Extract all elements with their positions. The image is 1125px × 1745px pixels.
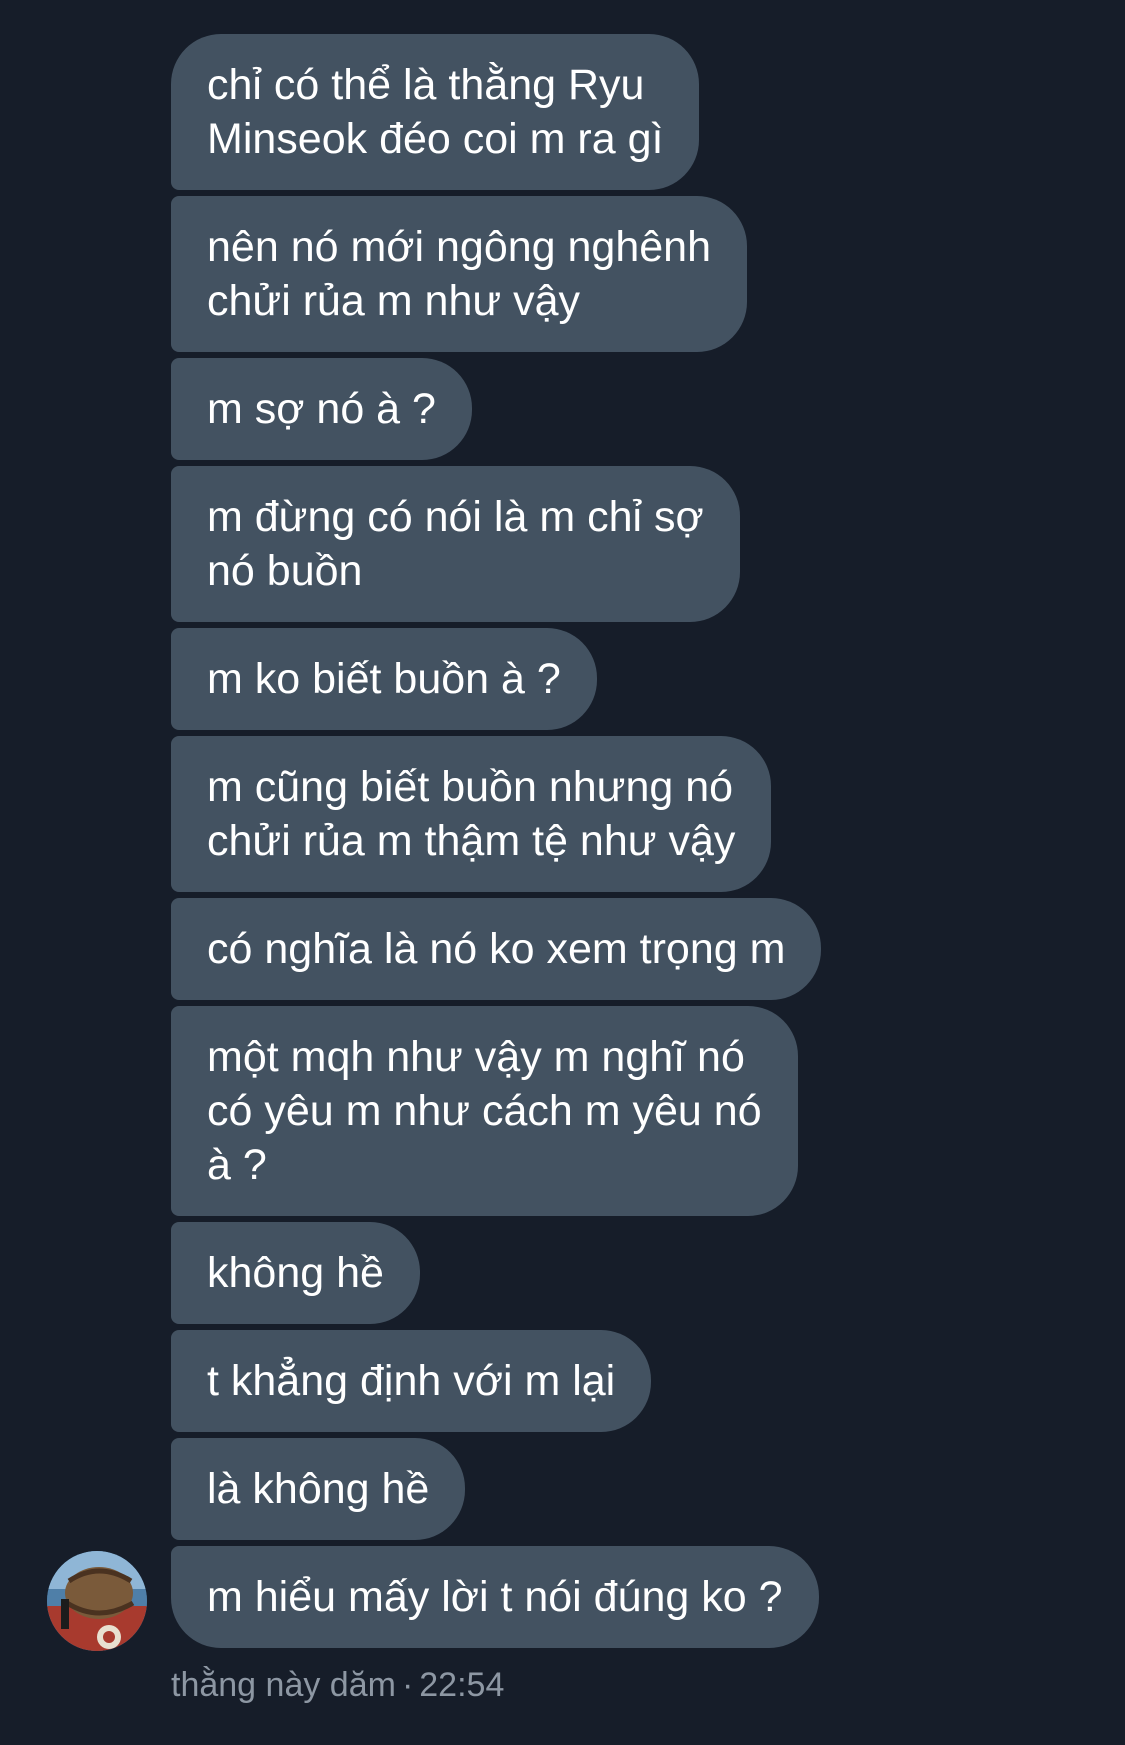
- message-row: m ko biết buồn à ?: [171, 628, 931, 736]
- message-row: chỉ có thể là thằng Ryu Minseok đéo coi …: [171, 34, 931, 196]
- message-bubble[interactable]: một mqh như vậy m nghĩ nó có yêu m như c…: [171, 1006, 798, 1216]
- message-row: có nghĩa là nó ko xem trọng m: [171, 898, 931, 1006]
- message-bubble[interactable]: t khẳng định với m lại: [171, 1330, 652, 1432]
- message-row: m hiểu mấy lời t nói đúng ko ?: [171, 1546, 931, 1654]
- message-bubble[interactable]: chỉ có thể là thằng Ryu Minseok đéo coi …: [171, 34, 700, 190]
- message-row: m cũng biết buồn nhưng nó chửi rủa m thậ…: [171, 736, 931, 898]
- message-bubble[interactable]: m ko biết buồn à ?: [171, 628, 597, 730]
- message-row: một mqh như vậy m nghĩ nó có yêu m như c…: [171, 1006, 931, 1222]
- message-bubble[interactable]: có nghĩa là nó ko xem trọng m: [171, 898, 822, 1000]
- message-bubble[interactable]: m cũng biết buồn nhưng nó chửi rủa m thậ…: [171, 736, 772, 892]
- sender-name[interactable]: thằng này dăm: [171, 1666, 396, 1704]
- timestamp: 22:54: [419, 1666, 505, 1704]
- message-row: t khẳng định với m lại: [171, 1330, 931, 1438]
- meta-separator: ·: [401, 1666, 414, 1704]
- message-bubble[interactable]: m sợ nó à ?: [171, 358, 472, 460]
- message-meta: thằng này dăm · 22:54: [171, 1665, 504, 1705]
- message-bubble[interactable]: m đừng có nói là m chỉ sợ nó buồn: [171, 466, 740, 622]
- message-bubble[interactable]: nên nó mới ngông nghênh chửi rủa m như v…: [171, 196, 747, 352]
- message-row: m sợ nó à ?: [171, 358, 931, 466]
- message-thread: chỉ có thể là thằng Ryu Minseok đéo coi …: [171, 34, 931, 1654]
- message-row: không hề: [171, 1222, 931, 1330]
- message-row: m đừng có nói là m chỉ sợ nó buồn: [171, 466, 931, 628]
- message-row: là không hề: [171, 1438, 931, 1546]
- avatar[interactable]: [47, 1551, 147, 1651]
- avatar-photo: [47, 1551, 147, 1651]
- message-row: nên nó mới ngông nghênh chửi rủa m như v…: [171, 196, 931, 358]
- message-bubble[interactable]: không hề: [171, 1222, 420, 1324]
- message-bubble[interactable]: là không hề: [171, 1438, 466, 1540]
- message-bubble[interactable]: m hiểu mấy lời t nói đúng ko ?: [171, 1546, 819, 1648]
